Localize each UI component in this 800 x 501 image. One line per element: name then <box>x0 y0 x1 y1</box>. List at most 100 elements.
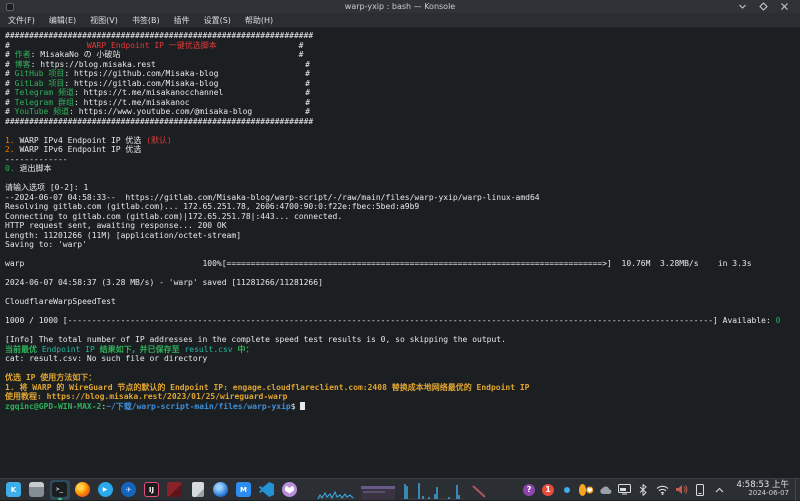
vscode-icon-glyph <box>259 482 274 497</box>
menu-item-5[interactable]: 设置(S) <box>204 15 231 26</box>
notification-badge-icon-badge: 1 <box>542 484 554 496</box>
blue-sphere-app-icon[interactable] <box>211 480 231 500</box>
firefox-icon-glyph <box>75 482 90 497</box>
konsole-icon-glyph: >_ <box>52 482 67 497</box>
clock[interactable]: 4:58:53 上午 2024-06-07 <box>737 481 789 497</box>
terminal-line: # WARP Endpoint IP 一键优选脚本 # <box>5 41 800 51</box>
terminal-line <box>5 364 800 374</box>
close-button[interactable] <box>779 1 790 12</box>
terminal-line: Connecting to gitlab.com (gitlab.com)|17… <box>5 212 800 222</box>
terminal-line <box>5 307 800 317</box>
terminal-line <box>5 126 800 136</box>
terminal-line <box>5 174 800 184</box>
terminal-line: # GitLab 项目: https://gitlab.com/Misaka-b… <box>5 79 800 89</box>
terminal-line: # 博客: https://blog.misaka.rest # <box>5 60 800 70</box>
red-app-icon-glyph <box>167 482 182 497</box>
screen-ruler-widget[interactable] <box>471 480 487 500</box>
terminal-line: # GitHub 项目: https://github.com/Misaka-b… <box>5 69 800 79</box>
terminal-line: 优选 IP 使用方法如下： <box>5 373 800 383</box>
intellij-idea-icon[interactable]: IJ <box>142 480 162 500</box>
terminal-line: 使用教程: https://blog.misaka.rest/2023/01/2… <box>5 392 800 402</box>
menu-item-4[interactable]: 插件 <box>174 15 190 26</box>
blue-dot-indicator-badge <box>564 487 570 493</box>
volume-muted-icon[interactable] <box>674 480 689 500</box>
terminal-line: # Telegram 频道: https://t.me/misakanoccha… <box>5 88 800 98</box>
vscode-icon[interactable] <box>257 480 277 500</box>
window-controls <box>737 1 800 12</box>
terminal-line: warp 100%[==============================… <box>5 259 800 269</box>
terminal-line: # 作者: MisakaNo の 小破站 # <box>5 50 800 60</box>
blue-bird-app-icon-glyph: ✈ <box>121 482 136 497</box>
menu-item-2[interactable]: 视图(V) <box>90 15 118 26</box>
cloud-tray-icon[interactable] <box>598 480 613 500</box>
neko-app-icon[interactable] <box>280 480 300 500</box>
terminal-line: ########################################… <box>5 117 800 127</box>
terminal-line: 2. WARP IPv6 Endpoint IP 优选 <box>5 145 800 155</box>
titlebar[interactable]: warp-yxip : bash — Konsole <box>0 0 800 13</box>
taskbar: K >_ ▶ ✈ IJ M ? 1 4:58:53 上午 2024-06-07 <box>0 478 800 500</box>
blue-dot-indicator[interactable] <box>560 480 575 500</box>
konsole-icon[interactable]: >_ <box>50 480 70 500</box>
terminal-line: 请输入选项 [0-2]: 1 <box>5 183 800 193</box>
terminal-line: Length: 11201266 (11M) [application/octe… <box>5 231 800 241</box>
menu-item-0[interactable]: 文件(F) <box>8 15 35 26</box>
terminal-line: CloudflareWarpSpeedTest <box>5 297 800 307</box>
kdeconnect-phone-icon[interactable] <box>693 480 708 500</box>
terminal-line: 0. 退出脚本 <box>5 164 800 174</box>
minimize-button[interactable] <box>737 1 748 12</box>
help-badge-icon[interactable]: ? <box>522 480 537 500</box>
bluetooth-icon[interactable] <box>636 480 651 500</box>
clock-date: 2024-06-07 <box>737 490 789 497</box>
tray-expander-caret-icon[interactable] <box>712 480 727 500</box>
kde-launcher-icon-glyph: K <box>6 482 21 497</box>
menu-item-3[interactable]: 书签(B) <box>132 15 160 26</box>
cat-tray-icon[interactable] <box>579 480 594 500</box>
help-badge-icon-badge: ? <box>523 484 535 496</box>
firefox-icon[interactable] <box>73 480 93 500</box>
terminal-line: 2024-06-07 04:58:37 (3.28 MB/s) - 'warp'… <box>5 278 800 288</box>
terminal-cursor <box>300 402 305 410</box>
kde-launcher-icon[interactable]: K <box>4 480 24 500</box>
terminal-line: 当前最优 Endpoint IP 结果如下，并已保存至 result.csv 中… <box>5 345 800 355</box>
audio-waveform-widget[interactable] <box>317 480 355 500</box>
file-manager-icon-glyph <box>29 482 44 497</box>
wifi-icon[interactable] <box>655 480 670 500</box>
terminal-line: # YouTube 频道: https://www.youtube.com/@m… <box>5 107 800 117</box>
terminal-line: --2024-06-07 04:58:33-- https://gitlab.c… <box>5 193 800 203</box>
red-app-icon[interactable] <box>165 480 185 500</box>
show-desktop-button[interactable] <box>795 479 800 501</box>
file-manager-icon[interactable] <box>27 480 47 500</box>
terminal-line <box>5 326 800 336</box>
terminal-line: # Telegram 群组: https://t.me/misakanoc # <box>5 98 800 108</box>
motrix-icon-glyph: M <box>236 482 251 497</box>
document-icon[interactable] <box>188 480 208 500</box>
neko-app-icon-glyph <box>282 482 297 497</box>
window-preview-thumbnail[interactable] <box>361 480 395 500</box>
terminal-line: 1. WARP IPv4 Endpoint IP 优选 (默认) <box>5 136 800 146</box>
terminal-line: cat: result.csv: No such file or directo… <box>5 354 800 364</box>
terminal-line <box>5 250 800 260</box>
window-title: warp-yxip : bash — Konsole <box>0 0 800 13</box>
notification-badge-icon[interactable]: 1 <box>541 480 556 500</box>
cat-tray-icon-badge <box>579 484 587 496</box>
network-graph-widget[interactable] <box>401 480 465 500</box>
telegram-icon[interactable]: ▶ <box>96 480 116 500</box>
terminal-line: Saving to: 'warp' <box>5 240 800 250</box>
menu-item-6[interactable]: 帮助(H) <box>245 15 273 26</box>
display-battery-icon[interactable] <box>617 480 632 500</box>
menubar: 文件(F) 编辑(E) 视图(V) 书签(B) 插件 设置(S) 帮助(H) <box>0 13 800 28</box>
intellij-idea-icon-glyph: IJ <box>144 482 159 497</box>
menu-item-1[interactable]: 编辑(E) <box>49 15 76 26</box>
terminal-line: HTTP request sent, awaiting response... … <box>5 221 800 231</box>
terminal-line: zgqinc@GPD-WIN-MAX-2:~/下载/warp-script-ma… <box>5 402 800 412</box>
terminal-line: [Info] The total number of IP addresses … <box>5 335 800 345</box>
terminal-line <box>5 269 800 279</box>
document-icon-glyph <box>192 482 204 497</box>
maximize-button[interactable] <box>758 1 769 12</box>
blue-bird-app-icon[interactable]: ✈ <box>119 480 139 500</box>
motrix-icon[interactable]: M <box>234 480 254 500</box>
telegram-icon-glyph: ▶ <box>98 482 113 497</box>
terminal-output[interactable]: ########################################… <box>0 28 800 478</box>
terminal-line: ------------- <box>5 155 800 165</box>
terminal-line: 1000 / 1000 [---------------------------… <box>5 316 800 326</box>
